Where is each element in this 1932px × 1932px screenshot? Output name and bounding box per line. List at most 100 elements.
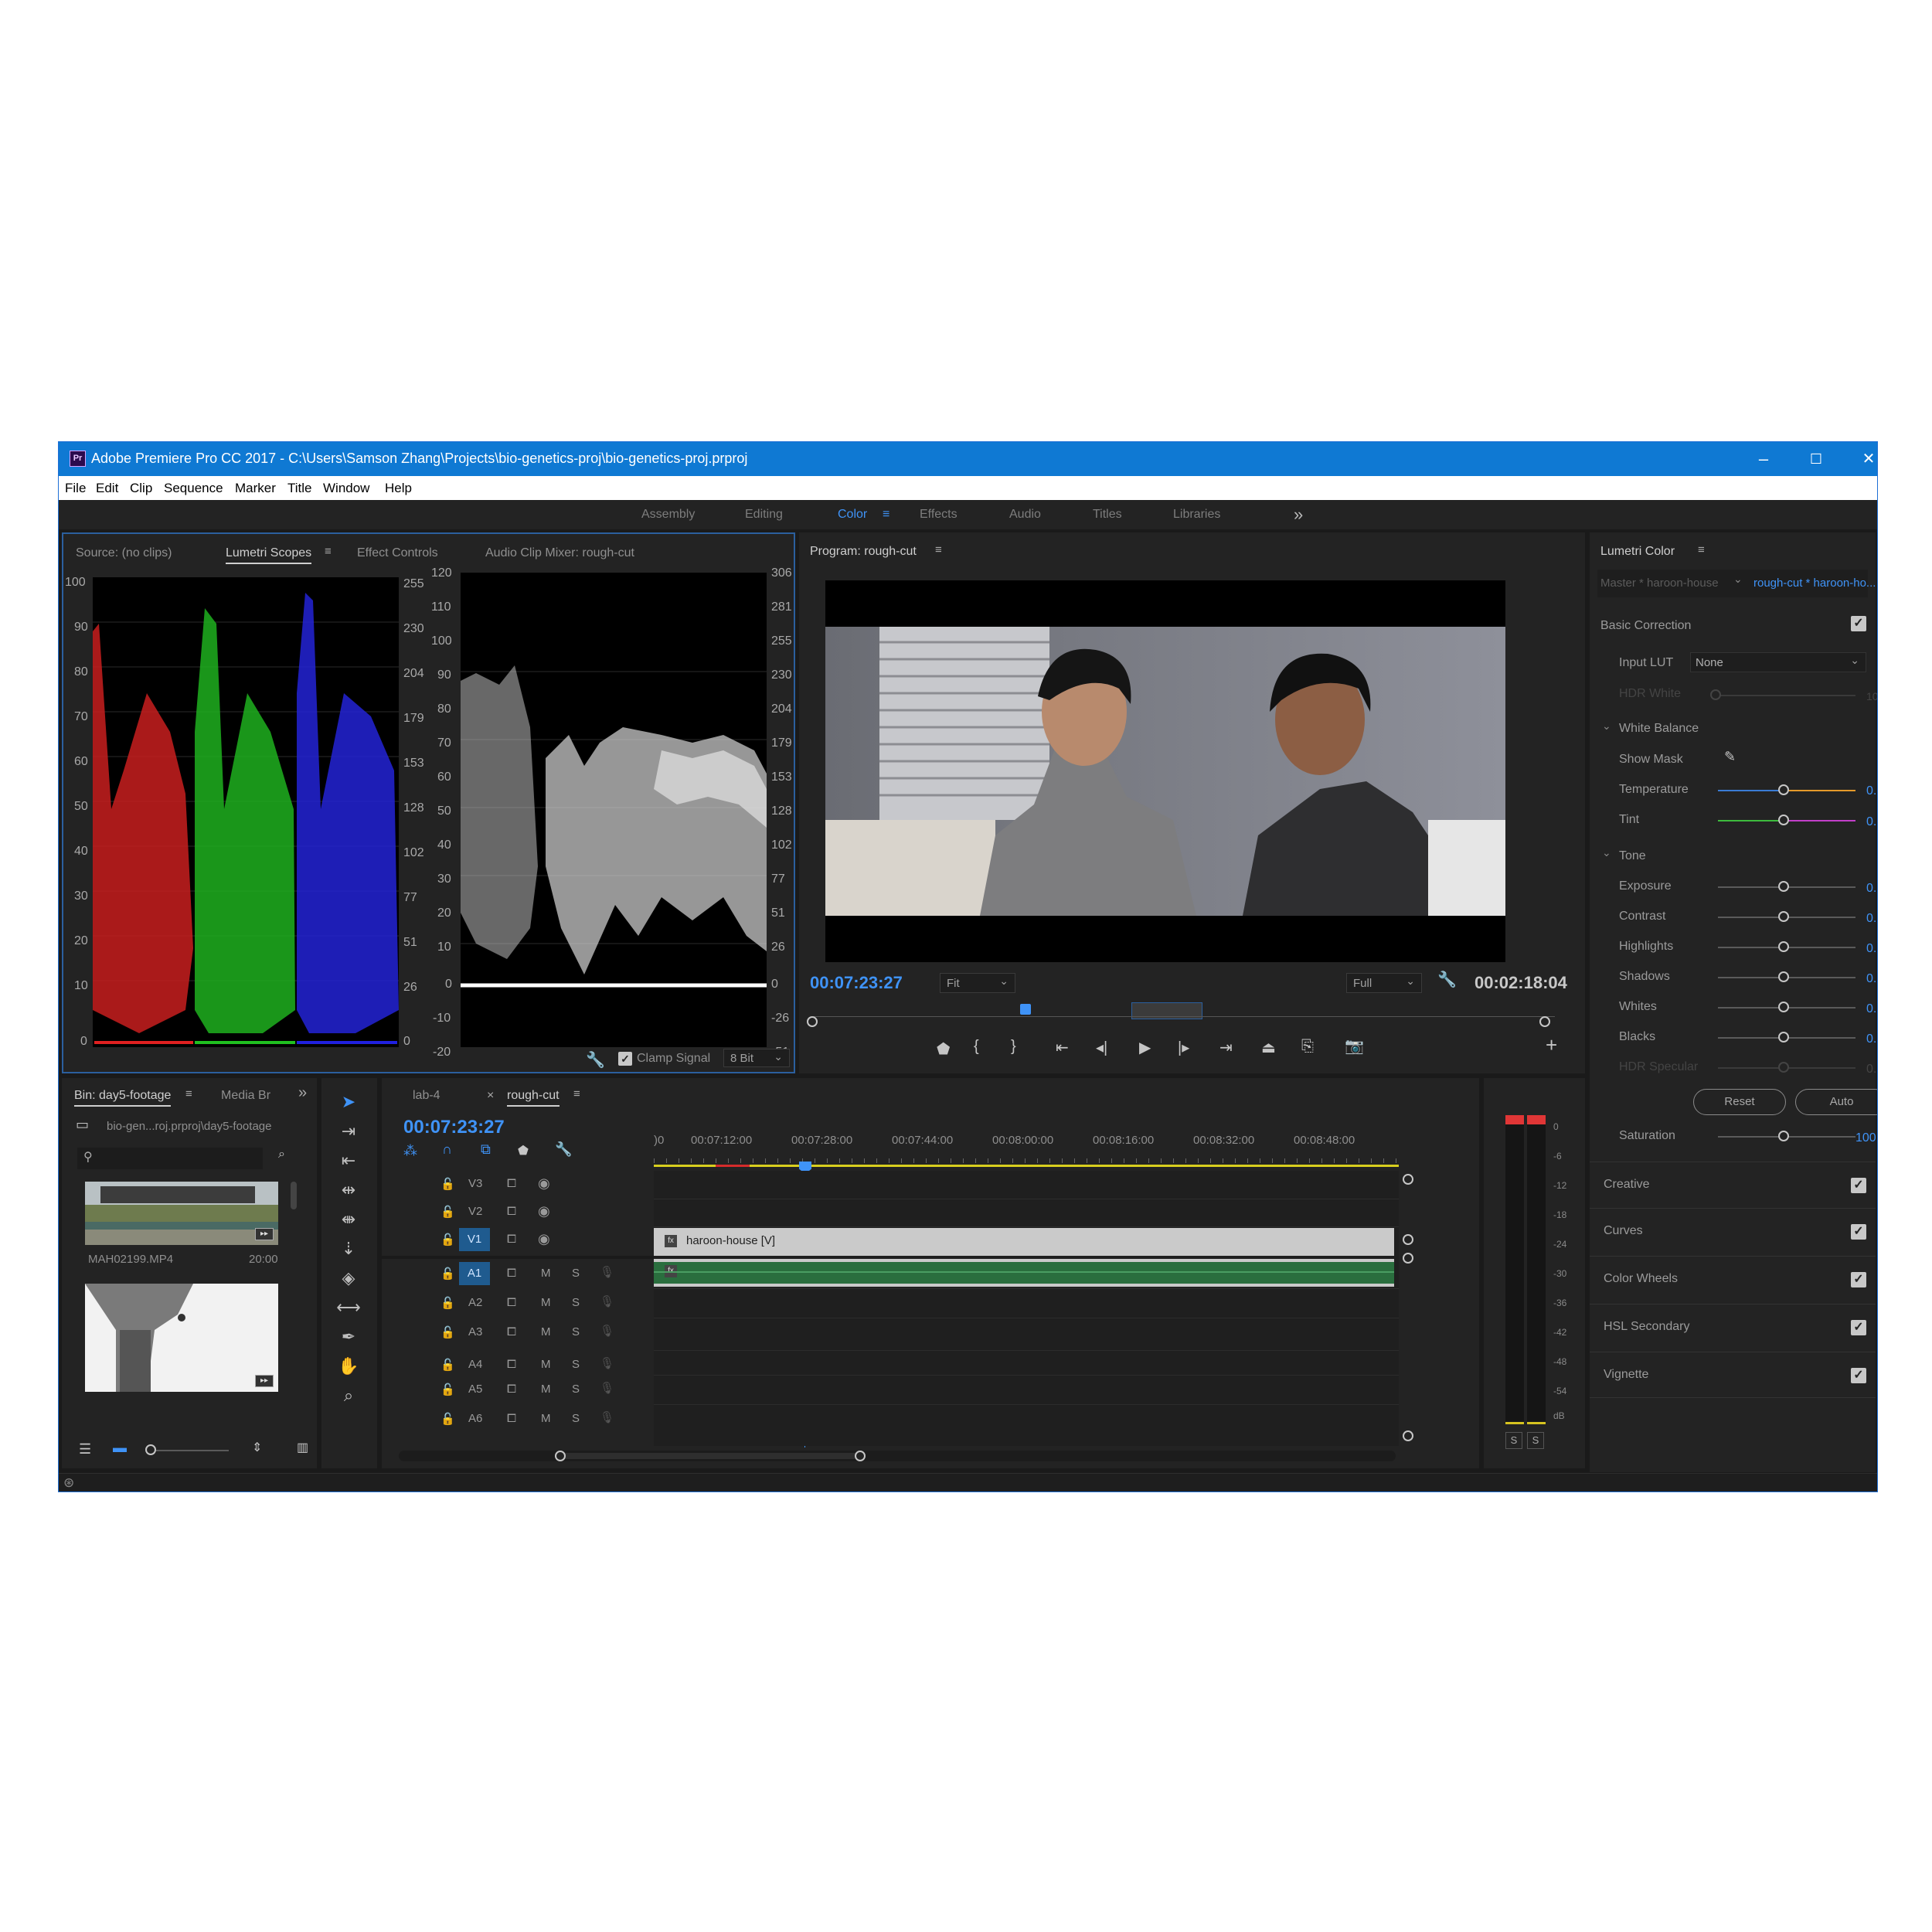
microphone-icon[interactable]: 🎙 bbox=[600, 1381, 614, 1395]
solo-button[interactable]: S bbox=[572, 1267, 580, 1280]
sequence-clip-tab[interactable]: rough-cut * haroon-ho... bbox=[1753, 577, 1876, 590]
microphone-icon[interactable]: 🎙 bbox=[600, 1356, 614, 1370]
mute-button[interactable]: M bbox=[541, 1267, 551, 1280]
step-forward-icon[interactable]: |▸ bbox=[1178, 1038, 1189, 1057]
saturation-slider-knob[interactable] bbox=[1778, 1131, 1789, 1141]
tone-header[interactable]: Tone bbox=[1619, 849, 1646, 863]
automate-to-sequence-icon[interactable]: ▥ bbox=[297, 1440, 308, 1455]
thumbnail-size-slider-knob[interactable] bbox=[145, 1444, 156, 1455]
close-tab-icon[interactable]: × bbox=[487, 1089, 494, 1103]
menu-title[interactable]: Title bbox=[287, 481, 312, 496]
rolling-edit-tool-icon[interactable]: ⇹ bbox=[329, 1180, 368, 1208]
lock-icon[interactable]: 🔓 bbox=[440, 1325, 455, 1339]
mute-button[interactable]: M bbox=[541, 1325, 551, 1338]
sort-icon[interactable]: ⇕ bbox=[252, 1440, 262, 1455]
clip-thumbnail-1[interactable]: ▸▸ bbox=[85, 1182, 278, 1245]
scroll-zoom-end-handle[interactable] bbox=[855, 1451, 866, 1461]
creative-cloud-icon[interactable]: ⊛ bbox=[63, 1475, 74, 1491]
tab-lumetri-scopes[interactable]: Lumetri Scopes bbox=[226, 546, 312, 564]
lock-icon[interactable]: 🔓 bbox=[440, 1267, 455, 1281]
tab-audio-clip-mixer[interactable]: Audio Clip Mixer: rough-cut bbox=[485, 546, 634, 560]
razor-tool-icon[interactable]: ⇣ bbox=[329, 1239, 368, 1267]
lift-icon[interactable]: ⏏ bbox=[1261, 1038, 1276, 1057]
track-name-a6[interactable]: A6 bbox=[468, 1412, 482, 1425]
scroll-zoom-start-handle[interactable] bbox=[555, 1451, 566, 1461]
go-to-out-icon[interactable]: ⇥ bbox=[1219, 1038, 1233, 1057]
timeline-horizontal-scrollbar[interactable] bbox=[399, 1451, 1396, 1461]
vignette-checkbox[interactable]: ✓ bbox=[1851, 1368, 1866, 1383]
export-frame-camera-icon[interactable]: 📷 bbox=[1345, 1036, 1364, 1056]
a-zoom-handle[interactable] bbox=[1403, 1430, 1413, 1441]
color-wheels-checkbox[interactable]: ✓ bbox=[1851, 1272, 1866, 1287]
creative-checkbox[interactable]: ✓ bbox=[1851, 1178, 1866, 1193]
basic-correction-header[interactable]: Basic Correction bbox=[1600, 619, 1691, 633]
solo-button[interactable]: S bbox=[572, 1358, 580, 1371]
playback-resolution-select[interactable]: Full ⌄ bbox=[1346, 973, 1422, 993]
sync-lock-icon[interactable]: ⧠ bbox=[507, 1358, 516, 1371]
basic-correction-checkbox[interactable]: ✓ bbox=[1851, 616, 1866, 631]
solo-right-button[interactable]: S bbox=[1527, 1432, 1544, 1449]
hsl-secondary-checkbox[interactable]: ✓ bbox=[1851, 1320, 1866, 1335]
go-to-in-icon[interactable]: ⇤ bbox=[1056, 1038, 1069, 1057]
sync-lock-icon[interactable]: ⧠ bbox=[507, 1267, 516, 1280]
lock-icon[interactable]: 🔓 bbox=[440, 1177, 455, 1191]
clamp-signal-checkbox[interactable]: ✓ bbox=[618, 1052, 632, 1066]
ripple-edit-tool-icon[interactable]: ⇤ bbox=[329, 1151, 368, 1179]
workspace-menu-icon[interactable]: ≡ bbox=[883, 508, 889, 522]
track-name-a3[interactable]: A3 bbox=[468, 1325, 482, 1338]
play-icon[interactable]: ▶ bbox=[1139, 1038, 1151, 1057]
track-name-v1[interactable]: V1 bbox=[459, 1228, 490, 1251]
input-lut-select[interactable]: None ⌄ bbox=[1690, 652, 1866, 672]
scrollbar-thumb[interactable] bbox=[561, 1453, 861, 1459]
rate-stretch-tool-icon[interactable]: ⇼ bbox=[329, 1209, 368, 1237]
sync-lock-icon[interactable]: ⧠ bbox=[507, 1205, 516, 1218]
tab-media-browser[interactable]: Media Br bbox=[221, 1089, 270, 1103]
lock-icon[interactable]: 🔓 bbox=[440, 1383, 455, 1396]
sync-lock-icon[interactable]: ⧠ bbox=[507, 1412, 516, 1425]
contrast-slider-knob[interactable] bbox=[1778, 911, 1789, 922]
snap-magnet-icon[interactable]: ∩ bbox=[442, 1141, 452, 1158]
lock-icon[interactable]: 🔓 bbox=[440, 1358, 455, 1372]
workspace-editing[interactable]: Editing bbox=[745, 508, 783, 522]
menu-help[interactable]: Help bbox=[385, 481, 412, 496]
timeline-ruler[interactable]: )0 00:07:12:00 00:07:28:00 00:07:44:00 0… bbox=[654, 1124, 1399, 1167]
minimize-button[interactable]: – bbox=[1737, 442, 1790, 476]
lock-icon[interactable]: 🔓 bbox=[440, 1412, 455, 1426]
add-marker-icon[interactable]: ⬟ bbox=[937, 1039, 950, 1059]
slide-tool-icon[interactable]: ⟷ bbox=[329, 1298, 368, 1325]
icon-view-icon[interactable]: ▬ bbox=[113, 1440, 127, 1456]
highlights-slider-knob[interactable] bbox=[1778, 941, 1789, 952]
creative-section[interactable]: Creative ✓ bbox=[1590, 1162, 1876, 1208]
more-panels-icon[interactable]: » bbox=[298, 1084, 307, 1102]
extract-icon[interactable]: ⎘ bbox=[1301, 1038, 1314, 1056]
a-zoom-handle[interactable] bbox=[1403, 1253, 1413, 1264]
exposure-slider-knob[interactable] bbox=[1778, 881, 1789, 892]
close-button[interactable]: ✕ bbox=[1842, 442, 1877, 476]
menu-edit[interactable]: Edit bbox=[96, 481, 118, 496]
mute-button[interactable]: M bbox=[541, 1296, 551, 1309]
track-name-a4[interactable]: A4 bbox=[468, 1358, 482, 1371]
temperature-slider-knob[interactable] bbox=[1778, 784, 1789, 795]
solo-button[interactable]: S bbox=[572, 1296, 580, 1309]
tab-effect-controls[interactable]: Effect Controls bbox=[357, 546, 438, 560]
chevron-down-icon[interactable]: ⌄ bbox=[1602, 719, 1611, 733]
reset-button[interactable]: Reset bbox=[1693, 1089, 1786, 1115]
menu-marker[interactable]: Marker bbox=[235, 481, 276, 496]
master-clip-tab[interactable]: Master * haroon-house bbox=[1600, 577, 1719, 590]
mute-button[interactable]: M bbox=[541, 1383, 551, 1396]
vignette-section[interactable]: Vignette ✓ bbox=[1590, 1352, 1876, 1398]
monitor-settings-wrench-icon[interactable]: 🔧 bbox=[1437, 970, 1457, 989]
tab-sequence-rough-cut[interactable]: rough-cut bbox=[507, 1089, 560, 1107]
find-icon[interactable]: ⌕ bbox=[278, 1148, 285, 1162]
mute-button[interactable]: M bbox=[541, 1412, 551, 1425]
microphone-icon[interactable]: 🎙 bbox=[600, 1265, 614, 1279]
clip-name-1[interactable]: MAH02199.MP4 bbox=[88, 1253, 173, 1266]
solo-button[interactable]: S bbox=[572, 1383, 580, 1396]
zoom-scroll-end-handle[interactable] bbox=[1539, 1016, 1550, 1027]
hsl-secondary-section[interactable]: HSL Secondary ✓ bbox=[1590, 1304, 1876, 1350]
tab-bin-day5-footage[interactable]: Bin: day5-footage bbox=[74, 1089, 172, 1107]
add-marker-icon[interactable]: ⬟ bbox=[518, 1143, 529, 1158]
list-view-icon[interactable]: ☰ bbox=[79, 1441, 91, 1458]
shadows-slider-knob[interactable] bbox=[1778, 971, 1789, 982]
lock-icon[interactable]: 🔓 bbox=[440, 1296, 455, 1310]
